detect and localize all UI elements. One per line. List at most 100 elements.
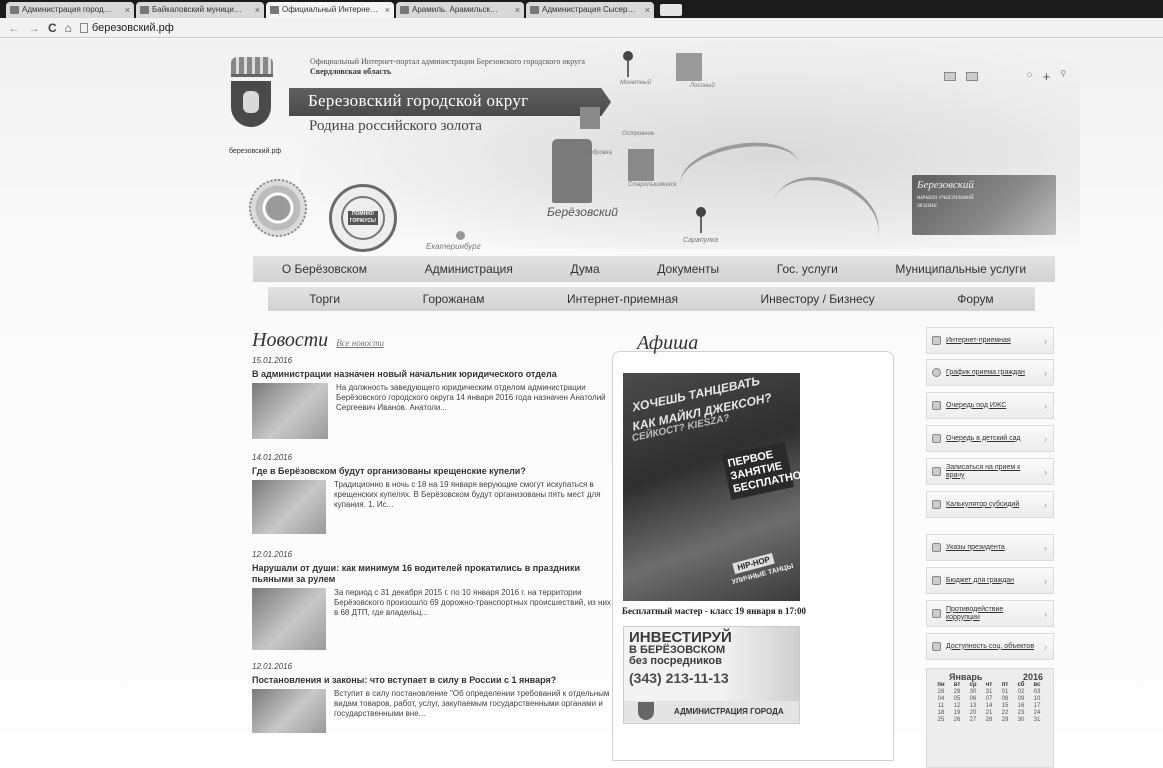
sidebar-item-anti-corruption[interactable]: Противодействие коррупции › — [926, 600, 1054, 627]
sidebar-item-citizen-budget[interactable]: Бюджет для граждан › — [926, 567, 1054, 594]
sidebar-item-reception-schedule[interactable]: График приема граждан › — [926, 359, 1054, 386]
calendar-day[interactable]: 24 — [1029, 710, 1045, 717]
home-icon[interactable]: ⌂ — [65, 21, 72, 35]
close-tab-icon[interactable]: × — [255, 2, 260, 18]
calendar-day[interactable]: 09 — [1013, 696, 1029, 703]
calendar-day[interactable]: 13 — [965, 703, 981, 710]
calendar-day[interactable]: 12 — [949, 703, 965, 710]
font-increase-icon[interactable]: + — [1043, 69, 1051, 84]
news-thumbnail[interactable] — [252, 480, 326, 534]
calendar-day[interactable]: 02 — [1013, 689, 1029, 696]
close-tab-icon[interactable]: × — [645, 2, 650, 18]
forward-icon[interactable]: → — [28, 21, 40, 35]
calendar-day[interactable]: 14 — [981, 703, 997, 710]
calendar-day[interactable]: 22 — [997, 710, 1013, 717]
sidebar-item-presidential-decrees[interactable]: Указы президента › — [926, 534, 1054, 561]
calendar-weekday: сб — [1017, 682, 1025, 688]
browser-tab[interactable]: Арамиль. Арамильск… × — [396, 2, 524, 18]
menu-item-municipal-services[interactable]: Муниципальные услуги — [895, 262, 1026, 276]
calendar-day[interactable]: 23 — [1013, 710, 1029, 717]
calendar-day[interactable]: 30 — [965, 689, 981, 696]
menu-item-gov-services[interactable]: Гос. услуги — [777, 262, 838, 276]
search-icon[interactable]: ⚲ — [1060, 69, 1066, 84]
poster-caption[interactable]: Бесплатный мастер - класс 19 января в 17… — [622, 606, 806, 616]
menu-item-about[interactable]: О Берёзовском — [282, 262, 367, 276]
news-thumbnail[interactable] — [252, 588, 326, 650]
calendar-day[interactable]: 28 — [981, 717, 997, 724]
new-tab-button[interactable] — [660, 4, 682, 16]
news-headline[interactable]: Где в Берёзовском будут организованы кре… — [252, 466, 612, 477]
news-thumbnail[interactable] — [252, 383, 328, 439]
calendar-day[interactable]: 10 — [1029, 696, 1045, 703]
sidebar-item-subsidy-calculator[interactable]: Калькулятор субсидий › — [926, 491, 1054, 518]
calendar-day[interactable]: 28 — [933, 689, 949, 696]
calendar-day[interactable]: 20 — [965, 710, 981, 717]
font-decrease-icon[interactable]: ○ — [1026, 69, 1033, 84]
reload-icon[interactable]: C — [48, 21, 57, 35]
site-title[interactable]: Березовский городской округ — [308, 91, 528, 111]
browser-tab[interactable]: Официальный Интерне… × — [266, 2, 394, 18]
calendar-day[interactable]: 29 — [997, 717, 1013, 724]
calendar-day[interactable]: 05 — [949, 696, 965, 703]
news-headline[interactable]: В администрации назначен новый начальник… — [252, 369, 612, 380]
menu-item-internet-reception[interactable]: Интернет-приемная — [567, 292, 678, 306]
browser-tab[interactable]: Администрация Сысер… × — [526, 2, 654, 18]
sidebar-item-doctor-appointment[interactable]: Записаться на прием к врачу › — [926, 458, 1054, 485]
calendar-year[interactable]: 2016 — [1023, 672, 1043, 682]
menu-item-tenders[interactable]: Торги — [309, 292, 340, 306]
promo-banner[interactable]: Березовский начало счастливой жизни — [912, 175, 1056, 235]
calendar-day[interactable]: 03 — [1029, 689, 1045, 696]
calendar-day[interactable]: 26 — [949, 717, 965, 724]
menu-item-documents[interactable]: Документы — [657, 262, 719, 276]
calendar-day[interactable]: 31 — [981, 689, 997, 696]
calendar-month[interactable]: Январь — [949, 672, 982, 682]
menu-item-administration[interactable]: Администрация — [425, 262, 513, 276]
news-headline[interactable]: Постановления и законы: что вступает в с… — [252, 675, 612, 686]
news-headline[interactable]: Нарушали от души: как минимум 16 водител… — [252, 563, 612, 585]
flower-logo[interactable] — [249, 179, 307, 237]
map-label-berezovsky[interactable]: Берёзовский — [547, 205, 618, 219]
calendar-day[interactable]: 27 — [965, 717, 981, 724]
calendar-day[interactable]: 06 — [965, 696, 981, 703]
calendar-day[interactable]: 07 — [981, 696, 997, 703]
sidebar-item-housing-queue[interactable]: Очередь под ИЖС › — [926, 392, 1054, 419]
browser-tab[interactable]: Администрация город… × — [6, 2, 134, 18]
menu-item-duma[interactable]: Дума — [570, 262, 599, 276]
close-tab-icon[interactable]: × — [515, 2, 520, 18]
sitemap-icon[interactable] — [944, 72, 956, 81]
menu-item-forum[interactable]: Форум — [957, 292, 993, 306]
back-icon[interactable]: ← — [8, 21, 20, 35]
close-tab-icon[interactable]: × — [125, 2, 130, 18]
url-field[interactable]: березовский.рф — [79, 22, 174, 34]
sidebar-item-internet-reception[interactable]: Интернет-приемная › — [926, 327, 1054, 354]
city-coat-of-arms[interactable] — [231, 57, 273, 155]
sidebar-item-kindergarten-queue[interactable]: Очередь в детский сад › — [926, 425, 1054, 452]
menu-item-investors[interactable]: Инвестору / Бизнесу — [761, 292, 875, 306]
sidebar-item-accessibility[interactable]: Доступность соц. объектов › — [926, 633, 1054, 660]
all-news-link[interactable]: Все новости — [336, 338, 384, 348]
calendar-day[interactable]: 17 — [1029, 703, 1045, 710]
close-tab-icon[interactable]: × — [385, 2, 390, 18]
calendar-day[interactable]: 15 — [997, 703, 1013, 710]
mail-icon[interactable] — [966, 72, 978, 81]
calendar-day[interactable]: 21 — [981, 710, 997, 717]
calendar-day[interactable]: 08 — [997, 696, 1013, 703]
calendar-day[interactable]: 25 — [933, 717, 949, 724]
calendar-day[interactable]: 29 — [949, 689, 965, 696]
calendar-day[interactable]: 04 — [933, 696, 949, 703]
calendar-day[interactable]: 18 — [933, 710, 949, 717]
browser-tab[interactable]: Байкаловский муници… × — [136, 2, 264, 18]
invest-banner[interactable]: ИНВЕСТИРУЙ В БЕРЁЗОВСКОМ без посредников… — [623, 626, 800, 724]
dance-poster[interactable]: ХОЧЕШЬ ТАНЦЕВАТЬ КАК МАЙКЛ ДЖЕКСОН? СЕЙК… — [623, 373, 800, 601]
calendar-day[interactable]: 16 — [1013, 703, 1029, 710]
calendar-day[interactable]: 31 — [1029, 717, 1045, 724]
news-thumbnail[interactable] — [252, 689, 326, 733]
remember-proud-logo[interactable]: ПОМНЮ! ГОРЖУСЬ! — [329, 184, 397, 252]
calendar-day[interactable]: 11 — [933, 703, 949, 710]
menu-item-citizens[interactable]: Горожанам — [423, 292, 485, 306]
calendar-day[interactable]: 30 — [1013, 717, 1029, 724]
calendar-day[interactable]: 01 — [997, 689, 1013, 696]
building-icon — [932, 336, 941, 345]
chevron-right-icon: › — [1044, 608, 1047, 619]
calendar-day[interactable]: 19 — [949, 710, 965, 717]
